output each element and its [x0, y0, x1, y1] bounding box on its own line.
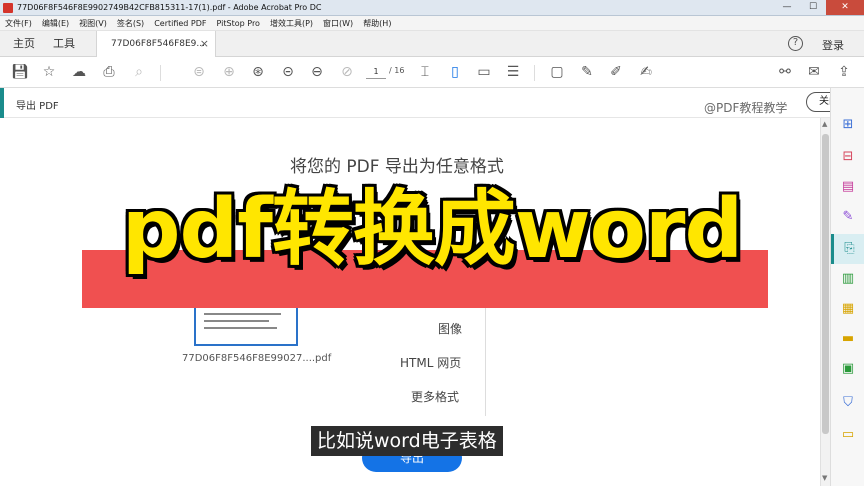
help-icon[interactable]: ?	[788, 36, 803, 51]
menu-view[interactable]: 视图(V)	[74, 18, 112, 29]
login-button[interactable]: 登录	[822, 37, 844, 53]
menu-edit[interactable]: 编辑(E)	[37, 18, 74, 29]
prepare-form-icon[interactable]: ▣	[839, 360, 857, 378]
zoom-icon[interactable]: ⌕	[130, 63, 148, 81]
toolbar-divider	[534, 65, 535, 81]
scroll-mode-icon[interactable]: ☰	[504, 63, 522, 81]
window-close-icon[interactable]: ✕	[826, 0, 864, 15]
format-divider	[485, 308, 486, 416]
last-page-icon[interactable]: ⊝	[279, 63, 297, 81]
menu-help[interactable]: 帮助(H)	[358, 18, 396, 29]
star-icon[interactable]: ☆	[40, 63, 58, 81]
menu-file[interactable]: 文件(F)	[0, 18, 37, 29]
fit-page-icon[interactable]: ⊜	[190, 63, 208, 81]
close-tab-icon[interactable]: ×	[200, 37, 209, 50]
right-tools-pane: ⊞ ⊟ ▤ ✎ ⎘ ▥ ▦ ▬ ▣ ⛉ ▭	[830, 88, 864, 486]
menu-sign[interactable]: 签名(S)	[112, 18, 149, 29]
maximize-icon[interactable]: ☐	[800, 0, 826, 15]
menu-window[interactable]: 窗口(W)	[318, 18, 358, 29]
print-icon[interactable]: ⎙	[100, 63, 118, 81]
mail-icon[interactable]: ✉	[805, 63, 823, 81]
more-tools-icon[interactable]: ▭	[839, 426, 857, 444]
previous-page-icon[interactable]: ⊕	[220, 63, 238, 81]
window-controls: — ☐ ✕	[774, 0, 864, 15]
video-subtitle: 比如说word电子表格	[311, 426, 503, 456]
comment-tool-icon[interactable]: ▬	[839, 330, 857, 348]
draw-icon[interactable]: ✐	[607, 63, 625, 81]
menu-plugins[interactable]: 增效工具(P)	[265, 18, 318, 29]
cloud-upload-icon[interactable]: ☁	[70, 63, 88, 81]
watermark-text: @PDF教程教学	[704, 101, 788, 115]
menu-certified-pdf[interactable]: Certified PDF	[149, 19, 211, 28]
back-icon[interactable]: ⊖	[308, 63, 326, 81]
banner-title: pdf转换成word	[121, 182, 743, 277]
panel-title: 导出 PDF	[16, 101, 59, 112]
panel-accent-bar	[0, 88, 4, 118]
fit-width-icon[interactable]: ⌶	[416, 63, 434, 81]
comment-icon[interactable]: ▢	[548, 63, 566, 81]
enhance-scans-icon[interactable]: ▦	[839, 300, 857, 318]
main-toolbar: 💾︎ ☆ ☁ ⎙ ⌕ ⊜ ⊕ ⊛ ⊝ ⊖ ⊘ 1 / 16 ⌶ ▯ ▭ ☰ ▢ …	[0, 57, 864, 88]
toolbar-divider	[160, 65, 161, 81]
format-option-image[interactable]: 图像	[438, 320, 462, 337]
tab-home[interactable]: 主页	[13, 35, 35, 51]
scroll-up-icon[interactable]: ▲	[822, 120, 827, 128]
tab-tools[interactable]: 工具	[53, 35, 75, 51]
menu-pitstop-pro[interactable]: PitStop Pro	[212, 19, 265, 28]
save-icon[interactable]: 💾︎	[11, 63, 29, 81]
page-number-input[interactable]: 1	[366, 64, 386, 79]
format-option-html[interactable]: HTML 网页	[400, 354, 461, 371]
share-icon[interactable]: ⇪	[835, 63, 853, 81]
forward-icon[interactable]: ⊘	[338, 63, 356, 81]
tab-document[interactable]: 77D06F8F546F8E9... ×	[96, 31, 216, 57]
tab-bar: 主页 工具 77D06F8F546F8E9... × ? 登录	[0, 31, 864, 57]
link-icon[interactable]: ⚯	[776, 63, 794, 81]
highlight-icon[interactable]: ✎	[578, 63, 596, 81]
fill-sign-icon[interactable]: ✍	[637, 63, 655, 81]
scroll-down-icon[interactable]: ▼	[822, 474, 827, 482]
document-tab-label: 77D06F8F546F8E9...	[111, 39, 205, 49]
presentation-icon[interactable]: ▭	[475, 63, 493, 81]
acrobat-icon	[3, 2, 13, 13]
format-option-more[interactable]: 更多格式	[411, 388, 459, 405]
file-name-label: 77D06F8F546F8E99027....pdf	[182, 353, 332, 364]
single-page-icon[interactable]: ▯	[446, 63, 464, 81]
window-title: 77D06F8F546F8E9902749B42CFB815311-17(1).…	[17, 3, 322, 12]
protect-icon[interactable]: ⛉	[839, 394, 857, 412]
next-page-icon[interactable]: ⊛	[249, 63, 267, 81]
file-thumbnail[interactable]	[194, 302, 298, 346]
title-bar: 77D06F8F546F8E9902749B42CFB815311-17(1).…	[0, 0, 864, 16]
minimize-icon[interactable]: —	[774, 0, 800, 15]
page-total: / 16	[389, 66, 405, 75]
create-pdf-icon[interactable]: ⊞	[839, 116, 857, 134]
menu-bar: 文件(F) 编辑(E) 视图(V) 签名(S) Certified PDF Pi…	[0, 16, 864, 31]
